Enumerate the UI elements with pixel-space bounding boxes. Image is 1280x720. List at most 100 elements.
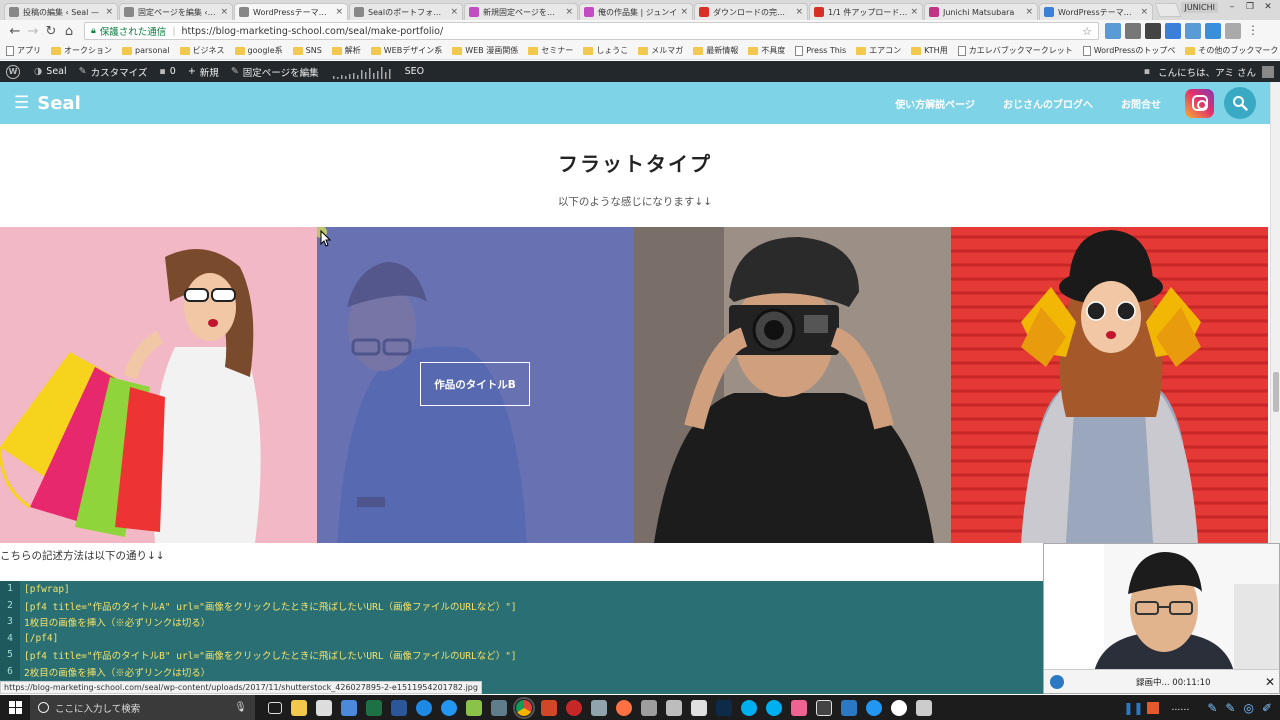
start-button[interactable] xyxy=(0,695,30,720)
bookmark-item[interactable]: アプリ xyxy=(6,45,41,56)
stats-sparkline[interactable] xyxy=(331,65,395,79)
close-icon[interactable]: ✕ xyxy=(1260,1,1276,13)
forward-icon[interactable]: → xyxy=(24,24,42,39)
extension-icon[interactable] xyxy=(1225,23,1241,39)
browser-tab[interactable]: 1/1 件アップロード済み × xyxy=(809,3,923,20)
bookmark-item[interactable]: google系 xyxy=(234,45,283,56)
tab-close-icon[interactable]: × xyxy=(105,7,113,17)
scrollbar-thumb[interactable] xyxy=(1273,372,1279,412)
edge-icon[interactable] xyxy=(415,699,432,716)
other-bookmarks[interactable]: その他のブックマーク xyxy=(1185,45,1278,56)
bookmark-item[interactable]: WEBデザイン系 xyxy=(370,45,442,56)
tab-close-icon[interactable]: × xyxy=(795,7,803,17)
bookmark-item[interactable]: Press This xyxy=(795,45,846,56)
bookmark-item[interactable]: カエレバブックマークレット xyxy=(957,45,1073,56)
more-options-icon[interactable]: …… xyxy=(1171,703,1189,713)
stop-icon[interactable] xyxy=(1147,701,1160,714)
admin-account[interactable]: ▪ こんにちは、アミ さん xyxy=(1144,65,1274,79)
tab-close-icon[interactable]: × xyxy=(565,7,573,17)
nav-link-contact[interactable]: お問合せ xyxy=(1121,96,1161,111)
search-button[interactable] xyxy=(1224,87,1256,119)
portfolio-tile-c[interactable] xyxy=(634,227,951,543)
skype-icon[interactable] xyxy=(765,699,782,716)
recorder-close-icon[interactable]: ✕ xyxy=(1265,675,1275,689)
taskbar-search[interactable]: ここに入力して検索 🎙︎ xyxy=(30,695,255,720)
chrome-icon[interactable] xyxy=(512,696,535,719)
store-icon[interactable] xyxy=(315,699,332,716)
browser-tab[interactable]: ダウンロードの完了 - S × xyxy=(694,3,808,20)
browser-tab[interactable]: Junichi Matsubara × xyxy=(924,3,1038,20)
extension-icon[interactable] xyxy=(1165,23,1181,39)
nav-link-blog[interactable]: おじさんのブログへ xyxy=(1003,96,1093,111)
bookmark-item[interactable]: SNS xyxy=(292,46,322,55)
extension-icon[interactable] xyxy=(1105,23,1121,39)
highlighter-icon[interactable]: ✎ xyxy=(1225,701,1235,715)
minimize-icon[interactable]: – xyxy=(1224,1,1240,13)
url-field[interactable]: 🔒︎ 保護された通信 | https://blog-marketing-scho… xyxy=(84,22,1099,40)
new-tab-button[interactable] xyxy=(1154,3,1182,17)
extension-icon[interactable] xyxy=(1125,23,1141,39)
tab-close-icon[interactable]: × xyxy=(1025,7,1033,17)
bookmark-item[interactable]: parsonal xyxy=(122,46,170,55)
tab-close-icon[interactable]: × xyxy=(450,7,458,17)
extension-icon[interactable] xyxy=(1185,23,1201,39)
portfolio-tile-a[interactable] xyxy=(0,227,317,543)
app-icon[interactable] xyxy=(790,699,807,716)
bookmark-item[interactable]: KTH用 xyxy=(911,45,948,56)
extension-icon[interactable] xyxy=(1205,23,1221,39)
bookmark-item[interactable]: オークション xyxy=(51,45,112,56)
bookmark-item[interactable]: しょうこ xyxy=(583,45,628,56)
browser-tab[interactable]: 俺の作品集 | ジュンイ × xyxy=(579,3,693,20)
admin-seo-link[interactable]: SEO xyxy=(405,66,425,77)
ie-icon[interactable] xyxy=(440,699,457,716)
draw-icon[interactable]: ✐ xyxy=(1262,701,1272,715)
bookmark-item[interactable]: 不具度 xyxy=(748,45,785,56)
extension-icon[interactable] xyxy=(1145,23,1161,39)
zoom-icon[interactable]: ◎ xyxy=(1243,701,1253,715)
admin-edit-page-link[interactable]: ✎ 固定ページを編集 xyxy=(231,65,319,79)
app-icon[interactable] xyxy=(565,699,582,716)
bookmark-item[interactable]: WEB 漫画関係 xyxy=(452,45,518,56)
admin-comments-link[interactable]: ▪ 0 xyxy=(159,66,176,77)
word-icon[interactable] xyxy=(390,699,407,716)
browser-tab[interactable]: WordPressテーマ「Seal× xyxy=(234,3,348,20)
admin-customize-link[interactable]: ✎ カスタマイズ xyxy=(79,65,148,79)
tab-close-icon[interactable]: × xyxy=(910,7,918,17)
maximize-icon[interactable]: ❐ xyxy=(1242,1,1258,13)
app-icon[interactable] xyxy=(915,699,932,716)
browser-tab[interactable]: 新規固定ページを追加 × xyxy=(464,3,578,20)
app-icon[interactable] xyxy=(490,699,507,716)
code-block[interactable]: 1 [pfwrap] 2 [pf4 title="作品のタイトルA" url="画像を… xyxy=(0,581,1043,694)
app-icon[interactable] xyxy=(640,699,657,716)
home-icon[interactable]: ⌂ xyxy=(60,24,78,39)
browser-tab[interactable]: Sealのポートフォリオの× xyxy=(349,3,463,20)
bookmark-item[interactable]: 解析 xyxy=(331,45,361,56)
instagram-icon[interactable] xyxy=(1185,88,1214,118)
app-icon[interactable] xyxy=(815,699,832,716)
file-explorer-icon[interactable] xyxy=(290,699,307,716)
pen-icon[interactable]: ✎ xyxy=(1207,701,1217,715)
admin-new-link[interactable]: + 新規 xyxy=(188,65,219,79)
hamburger-menu-icon[interactable]: ☰ xyxy=(14,93,29,113)
firefox-icon[interactable] xyxy=(615,699,632,716)
browser-tab[interactable]: 投稿の編集 ‹ Seal — × xyxy=(4,3,118,20)
browser-tab[interactable]: WordPressテーマ「ELE × xyxy=(1039,3,1153,20)
bookmark-item[interactable]: メルマガ xyxy=(638,45,683,56)
menu-icon[interactable]: ⋮ xyxy=(1245,23,1261,39)
app-icon[interactable] xyxy=(865,699,882,716)
wordpress-logo-icon[interactable]: W xyxy=(6,64,20,79)
powerpoint-icon[interactable] xyxy=(540,699,557,716)
search-icon[interactable]: ▪ xyxy=(1144,66,1150,77)
app-icon[interactable] xyxy=(340,699,357,716)
bookmark-item[interactable]: WordPressのトップペ xyxy=(1082,45,1175,56)
app-icon[interactable] xyxy=(840,699,857,716)
nav-link-guide[interactable]: 使い方解説ページ xyxy=(895,96,975,111)
back-icon[interactable]: ← xyxy=(6,24,24,39)
tab-close-icon[interactable]: × xyxy=(1140,7,1148,17)
skype-icon[interactable] xyxy=(740,699,757,716)
portfolio-tile-d[interactable] xyxy=(951,227,1268,543)
browser-tab[interactable]: 固定ページを編集 ‹ Se × xyxy=(119,3,233,20)
photoshop-icon[interactable] xyxy=(715,699,732,716)
admin-site-link[interactable]: ◑ Seal xyxy=(34,66,67,77)
bookmark-item[interactable]: 最新情報 xyxy=(693,45,738,56)
